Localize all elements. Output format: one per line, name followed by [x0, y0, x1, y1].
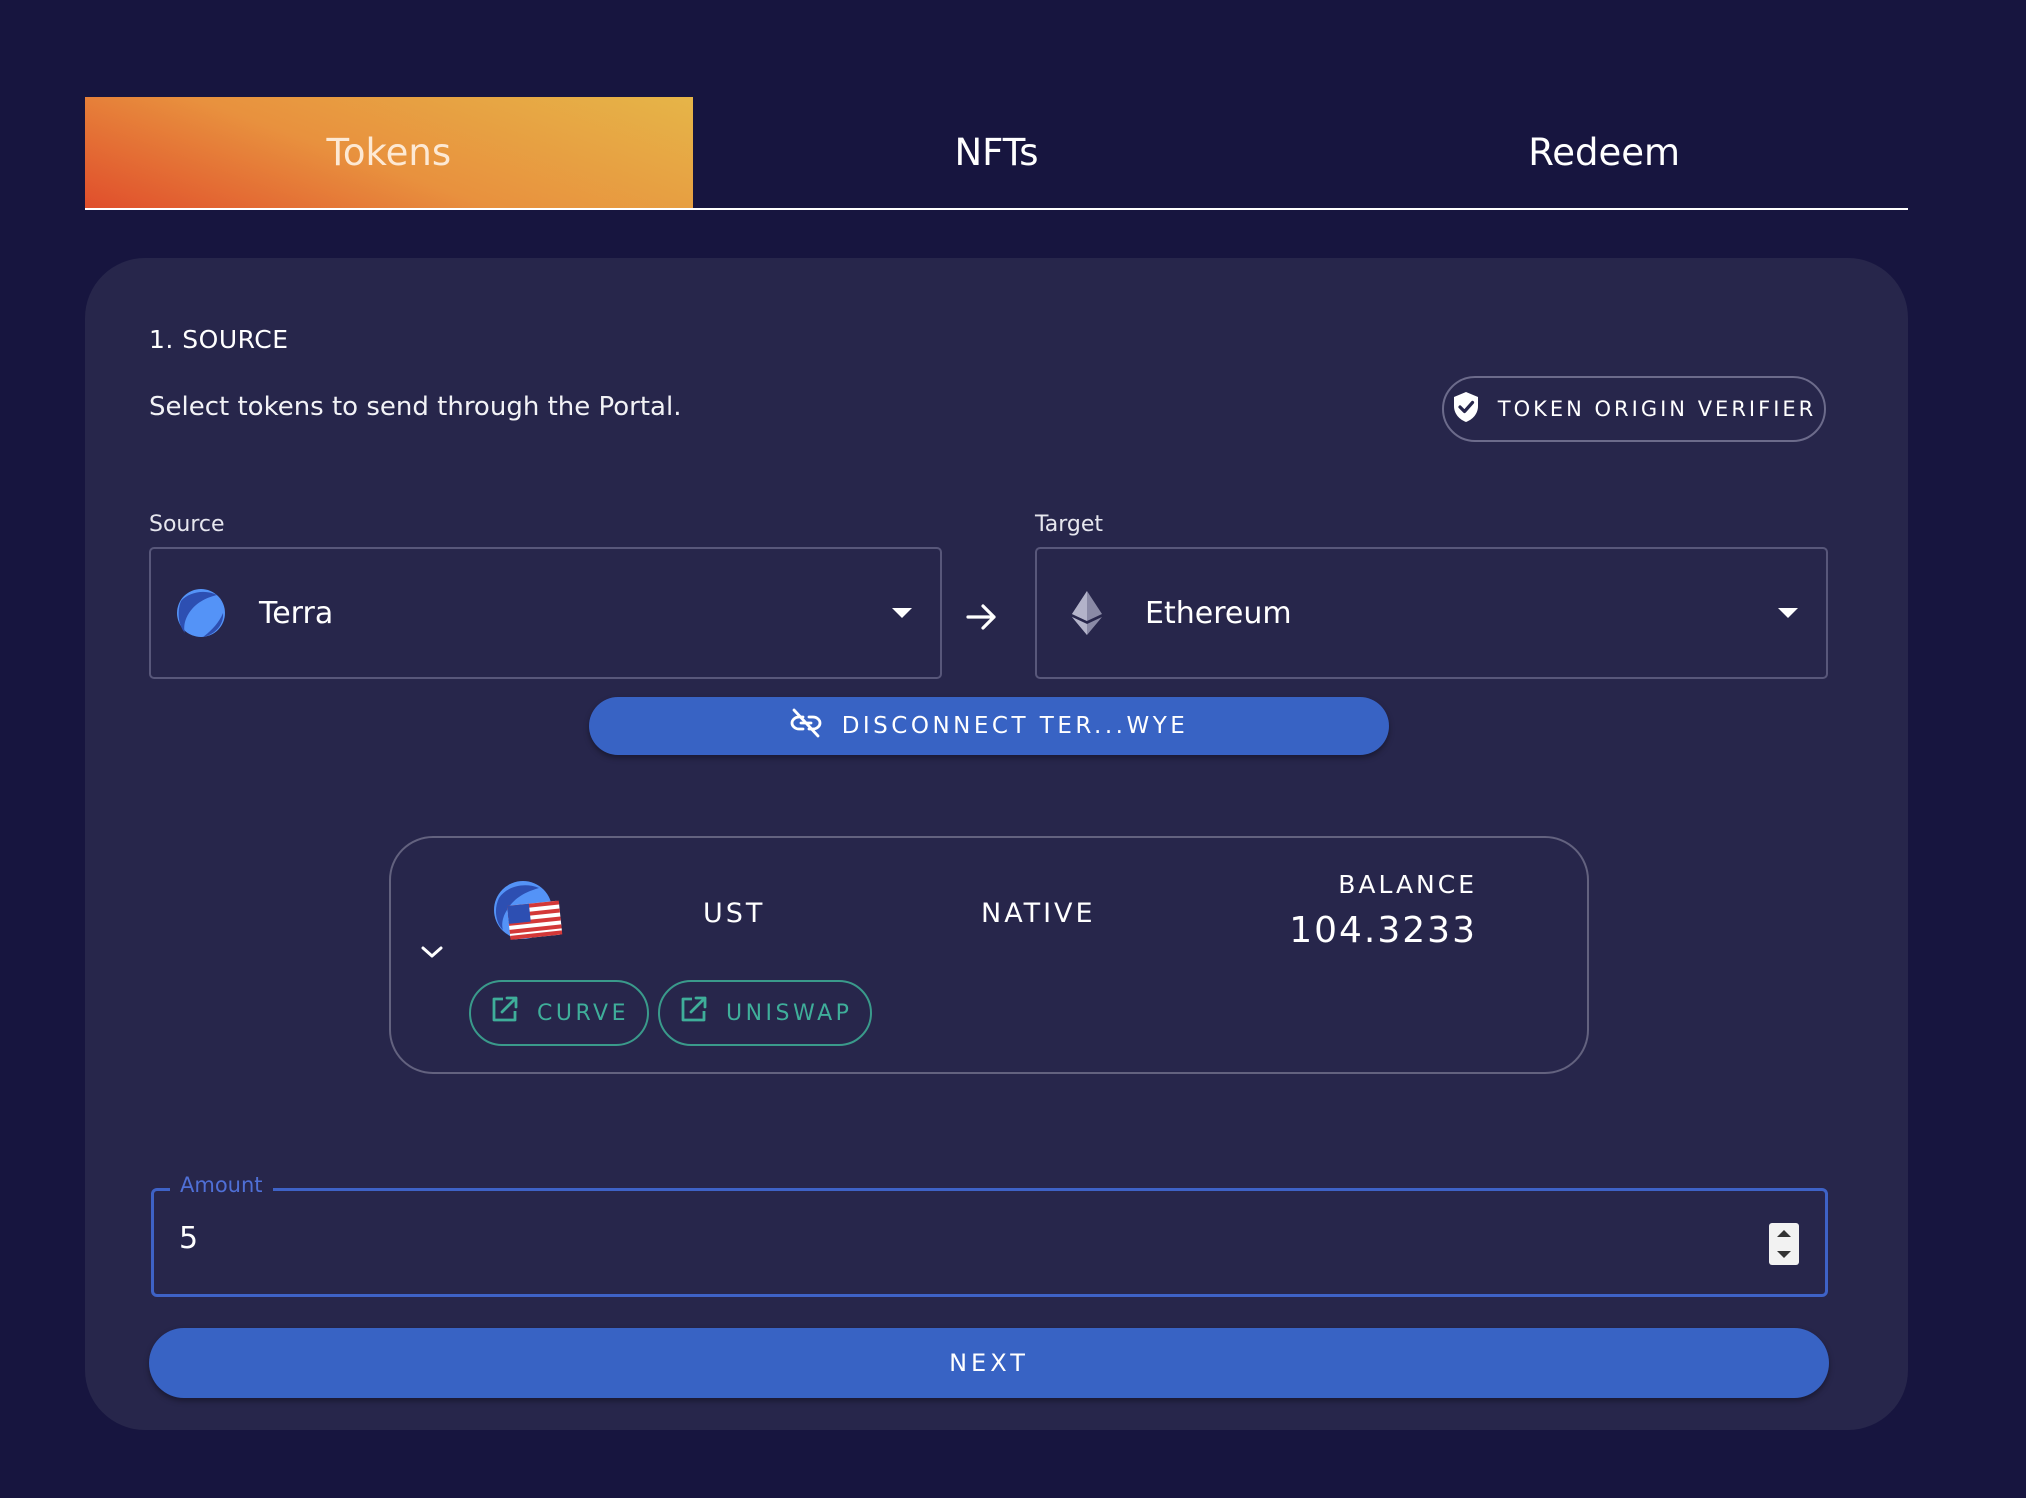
tab-redeem[interactable]: Redeem [1300, 97, 1908, 208]
uniswap-label: UNISWAP [726, 1000, 853, 1026]
amount-field[interactable]: Amount 5 [151, 1173, 1828, 1297]
amount-label: Amount [170, 1173, 273, 1197]
amount-input[interactable]: 5 [179, 1221, 198, 1256]
curve-link-button[interactable]: CURVE [469, 980, 649, 1046]
dropdown-caret-icon [892, 608, 912, 618]
section-subtitle: Select tokens to send through the Portal… [149, 392, 682, 422]
tab-tokens[interactable]: Tokens [85, 97, 693, 208]
token-symbol: UST [703, 898, 766, 929]
balance-label: BALANCE [1338, 870, 1477, 899]
increment-icon[interactable] [1777, 1230, 1791, 1237]
decrement-icon[interactable] [1777, 1251, 1791, 1258]
dropdown-caret-icon [1778, 608, 1798, 618]
target-chain-value: Ethereum [1145, 595, 1292, 631]
amount-stepper[interactable] [1769, 1223, 1799, 1265]
source-chain-select[interactable]: Terra [149, 547, 942, 679]
tab-nfts[interactable]: NFTs [693, 97, 1301, 208]
chevron-down-icon[interactable] [419, 943, 445, 965]
shield-check-icon [1452, 391, 1480, 428]
target-label: Target [1035, 512, 1104, 537]
curve-label: CURVE [537, 1000, 629, 1026]
source-chain-value: Terra [259, 595, 334, 631]
selected-token-card[interactable]: UST NATIVE BALANCE 104.3233 CURVE UNISWA… [389, 836, 1589, 1074]
open-in-new-icon [489, 995, 519, 1031]
target-chain-select[interactable]: Ethereum [1035, 547, 1828, 679]
open-in-new-icon [678, 995, 708, 1031]
disconnect-wallet-button[interactable]: DISCONNECT TER...WYE [589, 697, 1389, 755]
arrow-right-icon [965, 601, 999, 637]
disconnect-label: DISCONNECT TER...WYE [841, 713, 1189, 739]
balance-value: 104.3233 [1289, 910, 1477, 951]
verifier-label: TOKEN ORIGIN VERIFIER [1497, 397, 1817, 421]
ust-token-logo-icon [491, 880, 563, 956]
next-button[interactable]: NEXT [149, 1328, 1829, 1398]
ethereum-logo-icon [1061, 587, 1113, 639]
section-title: 1. SOURCE [149, 325, 289, 354]
source-label: Source [149, 512, 225, 537]
tab-bar: Tokens NFTs Redeem [85, 97, 1908, 210]
token-type: NATIVE [981, 898, 1096, 929]
token-origin-verifier-button[interactable]: TOKEN ORIGIN VERIFIER [1442, 376, 1826, 442]
uniswap-link-button[interactable]: UNISWAP [658, 980, 873, 1046]
transfer-card: 1. SOURCE Select tokens to send through … [85, 258, 1908, 1430]
link-off-icon [790, 708, 822, 744]
terra-logo-icon [175, 587, 227, 639]
